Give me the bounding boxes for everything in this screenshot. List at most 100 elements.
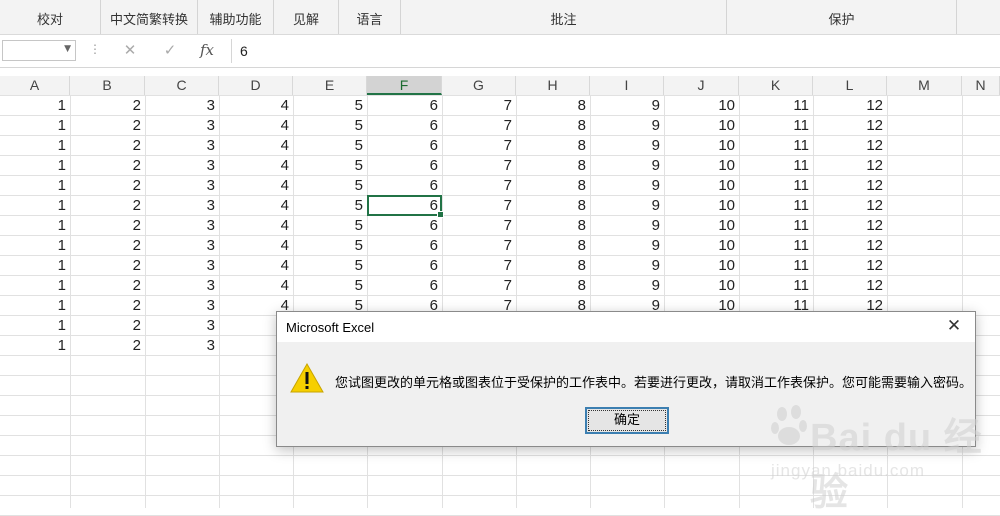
cell-i9[interactable]: 9	[590, 256, 664, 276]
cell-j8[interactable]: 10	[664, 236, 739, 256]
cell-d3[interactable]: 4	[219, 136, 293, 156]
cell-j7[interactable]: 10	[664, 216, 739, 236]
cell-g8[interactable]: 7	[442, 236, 516, 256]
cell-h2[interactable]: 8	[516, 116, 590, 136]
cell-f2[interactable]: 6	[367, 116, 442, 136]
cell-c10[interactable]: 3	[145, 276, 219, 296]
cell-k2[interactable]: 11	[739, 116, 813, 136]
cell-e8[interactable]: 5	[293, 236, 367, 256]
cell-h3[interactable]: 8	[516, 136, 590, 156]
cell-d6[interactable]: 4	[219, 196, 293, 216]
cell-d1[interactable]: 4	[219, 96, 293, 116]
cell-f1[interactable]: 6	[367, 96, 442, 116]
cell-c12[interactable]: 3	[145, 316, 219, 336]
column-header-g[interactable]: G	[442, 76, 516, 95]
cell-g5[interactable]: 7	[442, 176, 516, 196]
cell-j3[interactable]: 10	[664, 136, 739, 156]
cell-h8[interactable]: 8	[516, 236, 590, 256]
cell-h9[interactable]: 8	[516, 256, 590, 276]
cell-i2[interactable]: 9	[590, 116, 664, 136]
column-header-j[interactable]: J	[664, 76, 739, 95]
cell-e4[interactable]: 5	[293, 156, 367, 176]
cell-b12[interactable]: 2	[70, 316, 145, 336]
cell-i10[interactable]: 9	[590, 276, 664, 296]
cell-a10[interactable]: 1	[0, 276, 70, 296]
enter-icon[interactable]: ✓	[160, 41, 180, 59]
cell-c6[interactable]: 3	[145, 196, 219, 216]
cell-k1[interactable]: 11	[739, 96, 813, 116]
cell-a9[interactable]: 1	[0, 256, 70, 276]
cell-g3[interactable]: 7	[442, 136, 516, 156]
cell-i7[interactable]: 9	[590, 216, 664, 236]
cell-d8[interactable]: 4	[219, 236, 293, 256]
cell-b5[interactable]: 2	[70, 176, 145, 196]
cell-d10[interactable]: 4	[219, 276, 293, 296]
cancel-icon[interactable]: ✕	[120, 41, 140, 59]
cell-i5[interactable]: 9	[590, 176, 664, 196]
cell-k5[interactable]: 11	[739, 176, 813, 196]
cell-l10[interactable]: 12	[813, 276, 887, 296]
cell-c4[interactable]: 3	[145, 156, 219, 176]
cell-c7[interactable]: 3	[145, 216, 219, 236]
cell-i6[interactable]: 9	[590, 196, 664, 216]
cell-j1[interactable]: 10	[664, 96, 739, 116]
chevron-down-icon[interactable]: ▼	[64, 44, 71, 54]
cell-b1[interactable]: 2	[70, 96, 145, 116]
column-header-m[interactable]: M	[887, 76, 962, 95]
cell-e1[interactable]: 5	[293, 96, 367, 116]
cell-e3[interactable]: 5	[293, 136, 367, 156]
cell-j9[interactable]: 10	[664, 256, 739, 276]
column-header-f[interactable]: F	[367, 76, 442, 95]
cell-i8[interactable]: 9	[590, 236, 664, 256]
cell-e9[interactable]: 5	[293, 256, 367, 276]
active-cell-selection[interactable]	[367, 195, 444, 218]
column-header-n[interactable]: N	[962, 76, 1000, 95]
cell-b11[interactable]: 2	[70, 296, 145, 316]
cell-h7[interactable]: 8	[516, 216, 590, 236]
cell-g7[interactable]: 7	[442, 216, 516, 236]
cell-i4[interactable]: 9	[590, 156, 664, 176]
cell-c9[interactable]: 3	[145, 256, 219, 276]
fill-handle[interactable]	[437, 211, 444, 218]
formula-input[interactable]: 6	[240, 43, 248, 59]
column-header-a[interactable]: A	[0, 76, 70, 95]
cell-h6[interactable]: 8	[516, 196, 590, 216]
ok-button[interactable]: 确定	[585, 407, 669, 434]
cell-a5[interactable]: 1	[0, 176, 70, 196]
cell-l5[interactable]: 12	[813, 176, 887, 196]
cell-k4[interactable]: 11	[739, 156, 813, 176]
cell-f8[interactable]: 6	[367, 236, 442, 256]
cell-i1[interactable]: 9	[590, 96, 664, 116]
column-header-k[interactable]: K	[739, 76, 813, 95]
cell-f3[interactable]: 6	[367, 136, 442, 156]
cell-e5[interactable]: 5	[293, 176, 367, 196]
cell-b10[interactable]: 2	[70, 276, 145, 296]
cell-a8[interactable]: 1	[0, 236, 70, 256]
cell-j6[interactable]: 10	[664, 196, 739, 216]
cell-c3[interactable]: 3	[145, 136, 219, 156]
cell-g9[interactable]: 7	[442, 256, 516, 276]
cell-a7[interactable]: 1	[0, 216, 70, 236]
cell-e10[interactable]: 5	[293, 276, 367, 296]
cell-b13[interactable]: 2	[70, 336, 145, 356]
cell-a6[interactable]: 1	[0, 196, 70, 216]
cell-j10[interactable]: 10	[664, 276, 739, 296]
cell-d4[interactable]: 4	[219, 156, 293, 176]
cell-k10[interactable]: 11	[739, 276, 813, 296]
column-header-b[interactable]: B	[70, 76, 145, 95]
cell-g6[interactable]: 7	[442, 196, 516, 216]
insert-function-icon[interactable]: fx	[197, 41, 217, 59]
cell-f10[interactable]: 6	[367, 276, 442, 296]
cell-a1[interactable]: 1	[0, 96, 70, 116]
cell-h5[interactable]: 8	[516, 176, 590, 196]
cell-d2[interactable]: 4	[219, 116, 293, 136]
cell-c2[interactable]: 3	[145, 116, 219, 136]
cell-e7[interactable]: 5	[293, 216, 367, 236]
cell-j5[interactable]: 10	[664, 176, 739, 196]
cell-l7[interactable]: 12	[813, 216, 887, 236]
cell-g2[interactable]: 7	[442, 116, 516, 136]
cell-a2[interactable]: 1	[0, 116, 70, 136]
column-header-h[interactable]: H	[516, 76, 590, 95]
cell-h4[interactable]: 8	[516, 156, 590, 176]
cell-a13[interactable]: 1	[0, 336, 70, 356]
